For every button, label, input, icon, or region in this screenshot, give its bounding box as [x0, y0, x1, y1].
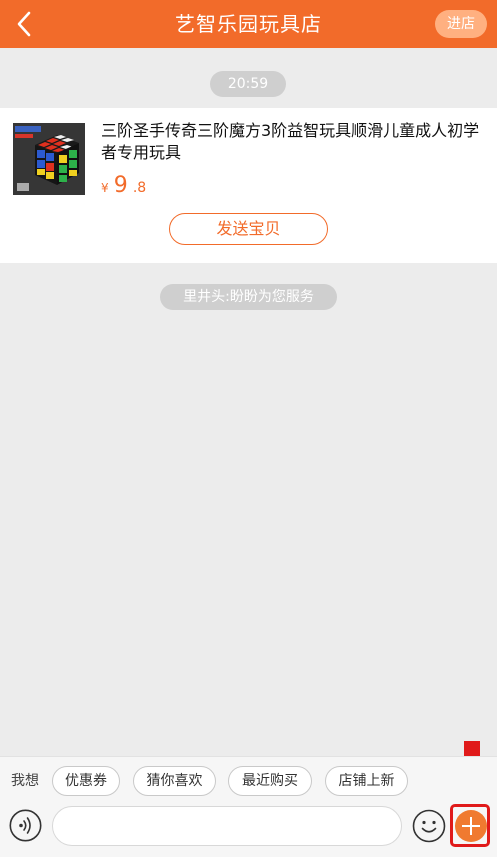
smiley-icon — [412, 809, 446, 843]
price-integer: 9 — [113, 173, 128, 198]
enter-store-button[interactable]: 进店 — [435, 10, 487, 38]
rubiks-cube-image — [13, 123, 85, 195]
price-currency-symbol: ¥ — [101, 181, 109, 195]
chat-timestamp: 20:59 — [210, 71, 286, 97]
quick-reply-recent-purchase[interactable]: 最近购买 — [228, 766, 312, 796]
chat-bottom-panel: 我想 优惠券 猜你喜欢 最近购买 店铺上新 — [0, 756, 497, 857]
emoji-button[interactable] — [412, 809, 446, 843]
quick-reply-coupon[interactable]: 优惠券 — [52, 766, 120, 796]
voice-input-button[interactable] — [9, 809, 42, 842]
product-price: ¥ 9 .8 — [101, 172, 146, 202]
service-notice: 里井头:盼盼为您服务 — [160, 284, 337, 310]
voice-icon — [9, 809, 42, 842]
quick-reply-label: 我想 — [11, 773, 39, 789]
price-decimal: .8 — [132, 180, 147, 196]
quick-reply-new-arrivals[interactable]: 店铺上新 — [325, 766, 408, 796]
plus-icon — [462, 817, 480, 835]
more-actions-button[interactable] — [455, 810, 487, 842]
quick-reply-recommend[interactable]: 猜你喜欢 — [133, 766, 216, 796]
send-item-button[interactable]: 发送宝贝 — [169, 213, 328, 245]
page-title: 艺智乐园玩具店 — [175, 12, 322, 36]
product-name[interactable]: 三阶圣手传奇三阶魔方3阶益智玩具顺滑儿童成人初学者专用玩具 — [101, 120, 481, 164]
product-card[interactable]: 三阶圣手传奇三阶魔方3阶益智玩具顺滑儿童成人初学者专用玩具 ¥ 9 .8 发送宝… — [0, 108, 497, 263]
product-thumbnail[interactable] — [13, 123, 85, 195]
message-input[interactable] — [52, 806, 402, 846]
top-bar: 艺智乐园玩具店 进店 — [0, 0, 497, 48]
